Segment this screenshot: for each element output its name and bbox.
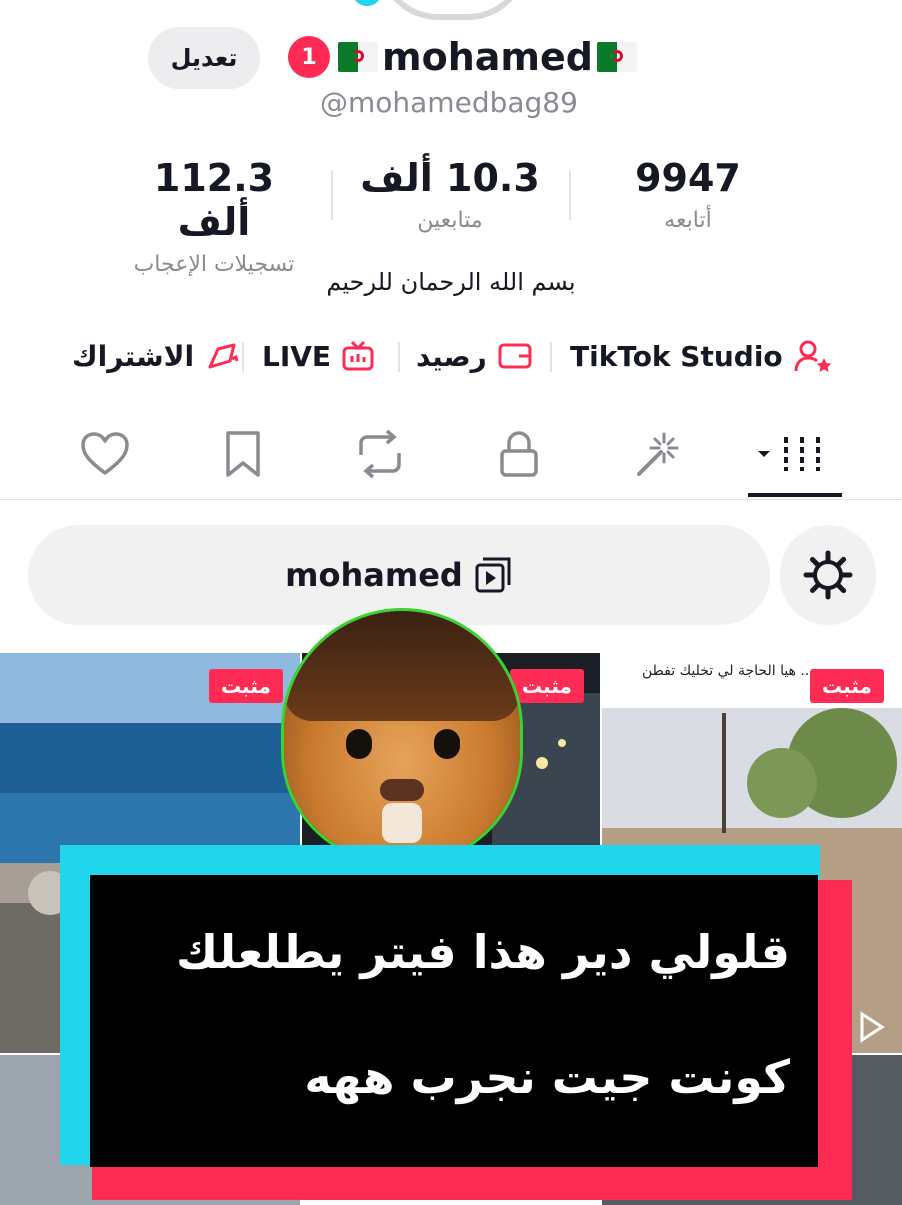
- stat-following[interactable]: 9947 أتابعه: [588, 156, 788, 233]
- caption-line-2: كونت جيت نجرب ههه: [304, 1050, 790, 1104]
- pinned-badge: مثبت: [810, 669, 884, 703]
- quick-link-divider: [398, 342, 400, 372]
- rocket-star-icon: [208, 343, 239, 369]
- bookmark-icon: [226, 431, 260, 477]
- active-tab-indicator: [748, 493, 842, 497]
- live-link[interactable]: LIVE: [262, 334, 375, 378]
- hamster-nose: [380, 779, 424, 801]
- video-grid-icon: [758, 437, 820, 471]
- hamster-eye: [434, 729, 460, 759]
- tiktok-studio-link[interactable]: TikTok Studio: [570, 334, 833, 378]
- caption-card: [90, 875, 818, 1167]
- profile-bio: بسم الله الرحمان للرحيم: [326, 268, 576, 296]
- display-name-row: mohamed: [338, 30, 637, 84]
- pinned-badge: مثبت: [510, 669, 584, 703]
- username-handle: @mohamedbag89: [320, 86, 578, 119]
- balance-label: رصيد: [416, 339, 487, 373]
- lock-icon: [500, 431, 538, 477]
- stat-divider: [569, 170, 571, 220]
- pinned-badge: مثبت: [209, 669, 283, 703]
- stat-likes-value: 112.3 ألف: [153, 156, 275, 244]
- hamster-eye: [346, 729, 372, 759]
- stat-following-value: 9947: [635, 156, 741, 200]
- tab-favorites[interactable]: [208, 424, 278, 484]
- gear-icon: [803, 550, 853, 600]
- algeria-flag-icon: [338, 42, 378, 72]
- caption-line-1: قلولي دير هذا فيتر يطلعلك: [175, 925, 790, 979]
- repost-icon: [359, 429, 401, 479]
- tabs-divider: [0, 499, 902, 500]
- display-name: mohamed: [382, 35, 593, 79]
- algeria-flag-icon: [596, 42, 637, 72]
- magic-wand-icon: [637, 432, 679, 476]
- wallet-icon: [498, 343, 532, 369]
- avatar[interactable]: [378, 0, 528, 20]
- tab-videos[interactable]: [758, 424, 828, 484]
- hamster-teeth: [382, 803, 422, 843]
- tab-liked[interactable]: [70, 424, 140, 484]
- tab-reposts[interactable]: [345, 424, 415, 484]
- edit-profile-button[interactable]: تعديل: [148, 27, 260, 89]
- settings-button[interactable]: [780, 525, 876, 625]
- quick-link-divider: [550, 342, 552, 372]
- subscription-link[interactable]: الاشتراك: [72, 334, 244, 378]
- heart-icon: [81, 432, 129, 475]
- tab-creations[interactable]: [622, 424, 692, 484]
- tiktok-studio-label: TikTok Studio: [570, 339, 783, 373]
- subscription-label: الاشتراك: [72, 339, 195, 373]
- hamster-face-sticker: [284, 611, 520, 861]
- play-icon: [860, 1011, 885, 1043]
- creator-star-icon: [794, 340, 832, 372]
- stat-following-label: أتابعه: [664, 208, 712, 233]
- avatar-status-dot: [352, 0, 382, 6]
- stat-followers-label: متابعين: [417, 208, 483, 233]
- live-tv-icon: [342, 340, 374, 371]
- stat-likes[interactable]: 112.3 ألف تسجيلات الإعجاب: [114, 156, 314, 277]
- notification-badge[interactable]: 1: [288, 36, 330, 78]
- hamster-hair: [284, 611, 520, 721]
- stat-followers[interactable]: 10.3 ألف متابعين: [350, 156, 550, 233]
- playlist-button[interactable]: mohamed: [28, 525, 770, 625]
- playlist-icon: [475, 557, 511, 593]
- stat-followers-value: 10.3 ألف: [360, 156, 540, 200]
- tab-private[interactable]: [484, 424, 554, 484]
- balance-link[interactable]: رصيد: [416, 334, 533, 378]
- thumbnail-text: ... هيا الحاجة لي تخليك تفطن: [642, 663, 814, 679]
- playlist-label: mohamed: [285, 556, 463, 594]
- live-label: LIVE: [262, 339, 332, 373]
- quick-link-divider: [242, 342, 244, 372]
- stat-divider: [331, 170, 333, 220]
